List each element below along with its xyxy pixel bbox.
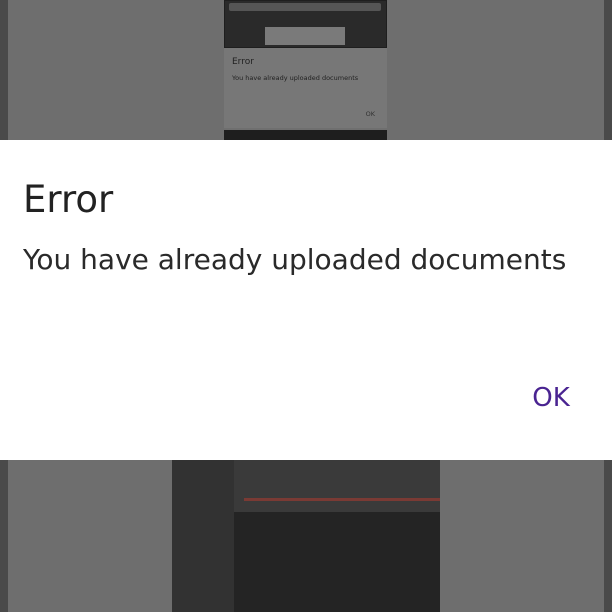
photo-laptop-body: [234, 512, 440, 612]
photo-accent-strip: [244, 498, 440, 501]
thumbnail-dialog-title: Error: [232, 57, 254, 67]
dialog-title: Error: [23, 178, 114, 221]
photo-surface: [172, 460, 242, 612]
photo-laptop-lid: [234, 460, 440, 512]
app-screen: Error You have already uploaded document…: [0, 0, 612, 612]
thumbnail-image: [265, 27, 345, 45]
thumbnail-header: [224, 0, 387, 48]
dialog-message: You have already uploaded documents: [23, 243, 567, 276]
thumbnail-dialog: Error You have already uploaded document…: [224, 48, 387, 128]
thumbnail-dialog-ok: OK: [365, 110, 375, 118]
background-laptop-photo: [172, 460, 440, 612]
thumbnail-footer: [224, 130, 387, 140]
thumbnail-dialog-message: You have already uploaded documents: [232, 74, 359, 82]
ok-button[interactable]: OK: [516, 374, 586, 422]
thumbnail-toolbar: [229, 3, 381, 11]
background-screenshot-thumbnail: Error You have already uploaded document…: [224, 0, 387, 140]
